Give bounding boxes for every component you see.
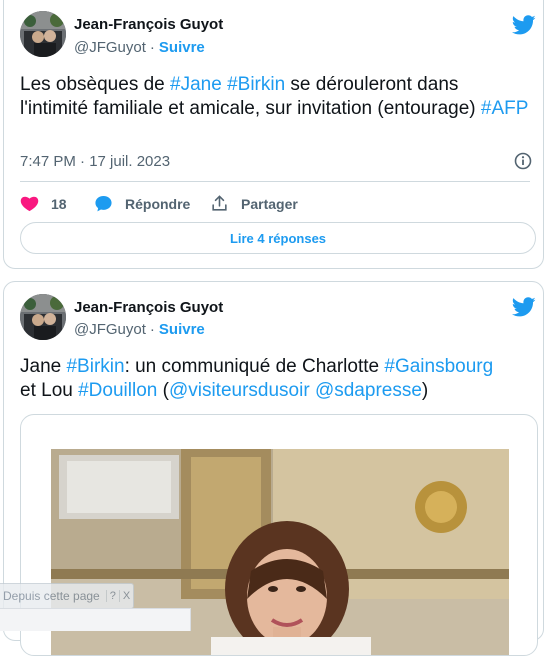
author-handle-row: @JFGuyot · Suivre <box>74 321 205 338</box>
tweet-text: Jane #Birkin: un communiqué de Charlotte… <box>20 355 530 403</box>
twitter-bird-icon[interactable] <box>512 13 536 37</box>
tooltip-close-button[interactable]: X <box>118 590 133 602</box>
author-name[interactable]: Jean-François Guyot <box>74 16 223 33</box>
text-segment: ) <box>421 380 429 401</box>
separator: · <box>149 321 155 338</box>
tweet-text: Les obsèques de #Jane #Birkin se déroule… <box>20 73 530 121</box>
mention-link[interactable]: @visiteursdusoir <box>169 380 310 401</box>
page-tooltip[interactable]: Depuis cette page ? X <box>0 583 135 609</box>
hashtag-link[interactable]: #Jane <box>170 74 222 95</box>
reply-button[interactable]: Répondre <box>94 194 190 213</box>
reply-label: Répondre <box>125 195 191 212</box>
tooltip-text: Depuis cette page <box>3 589 100 603</box>
author-handle[interactable]: @JFGuyot <box>74 39 146 56</box>
share-icon <box>212 195 227 211</box>
twitter-bird-icon[interactable] <box>512 295 536 319</box>
author-handle-row: @JFGuyot · Suivre <box>74 39 205 56</box>
separator: · <box>149 39 155 56</box>
tweet-card[interactable]: Jean-François Guyot @JFGuyot · Suivre Les … <box>3 0 544 269</box>
heart-icon <box>20 196 39 212</box>
like-count: 18 <box>51 195 67 212</box>
reply-bubble-icon <box>95 195 112 212</box>
info-icon[interactable] <box>514 152 532 170</box>
divider <box>20 181 530 182</box>
avatar[interactable] <box>20 294 66 340</box>
share-label: Partager <box>241 195 298 212</box>
hashtag-link[interactable]: #Gainsbourg <box>384 356 493 377</box>
follow-button[interactable]: Suivre <box>159 321 205 338</box>
bottom-panel <box>0 608 191 631</box>
hashtag-link[interactable]: #AFP <box>481 98 529 119</box>
share-button[interactable]: Partager <box>210 194 298 213</box>
mention-link[interactable]: @sdapresse <box>315 380 422 401</box>
hashtag-link[interactable]: #Birkin <box>227 74 285 95</box>
avatar[interactable] <box>20 11 66 57</box>
hashtag-link[interactable]: #Douillon <box>78 380 157 401</box>
tweet-timestamp[interactable]: 7:47 PM · 17 juil. 2023 <box>20 153 170 170</box>
text-segment: : un communiqué de Charlotte <box>124 356 385 377</box>
text-segment: Jane <box>20 356 67 377</box>
tooltip-help-button[interactable]: ? <box>105 590 119 602</box>
text-segment: et Lou <box>20 380 79 401</box>
text-segment: Les obsèques de <box>20 74 171 95</box>
like-button[interactable]: 18 <box>20 194 67 213</box>
follow-button[interactable]: Suivre <box>159 39 205 56</box>
hashtag-link[interactable]: #Birkin <box>66 356 124 377</box>
text-segment: ( <box>157 380 169 401</box>
author-handle[interactable]: @JFGuyot <box>74 321 146 338</box>
read-replies-button[interactable]: Lire 4 réponses <box>20 222 536 254</box>
author-name[interactable]: Jean-François Guyot <box>74 299 223 316</box>
